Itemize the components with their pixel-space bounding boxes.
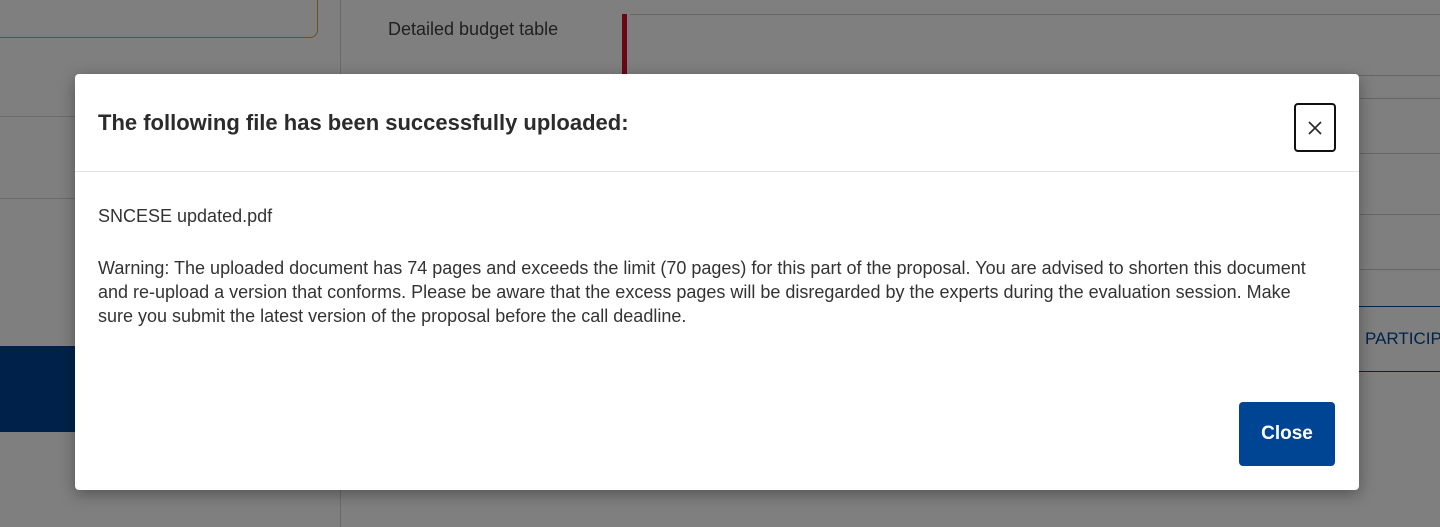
close-icon <box>1307 120 1323 136</box>
modal-body: SNCESE updated.pdf Warning: The uploaded… <box>98 204 1328 328</box>
page-limit-warning: Warning: The uploaded document has 74 pa… <box>98 258 1306 326</box>
dialog-close-button[interactable] <box>1294 103 1336 152</box>
modal-title: The following file has been successfully… <box>98 110 629 135</box>
modal-header: The following file has been successfully… <box>75 74 1359 172</box>
close-button[interactable]: Close <box>1239 402 1335 466</box>
upload-success-dialog: The following file has been successfully… <box>75 74 1359 490</box>
uploaded-file-name: SNCESE updated.pdf <box>98 206 273 226</box>
